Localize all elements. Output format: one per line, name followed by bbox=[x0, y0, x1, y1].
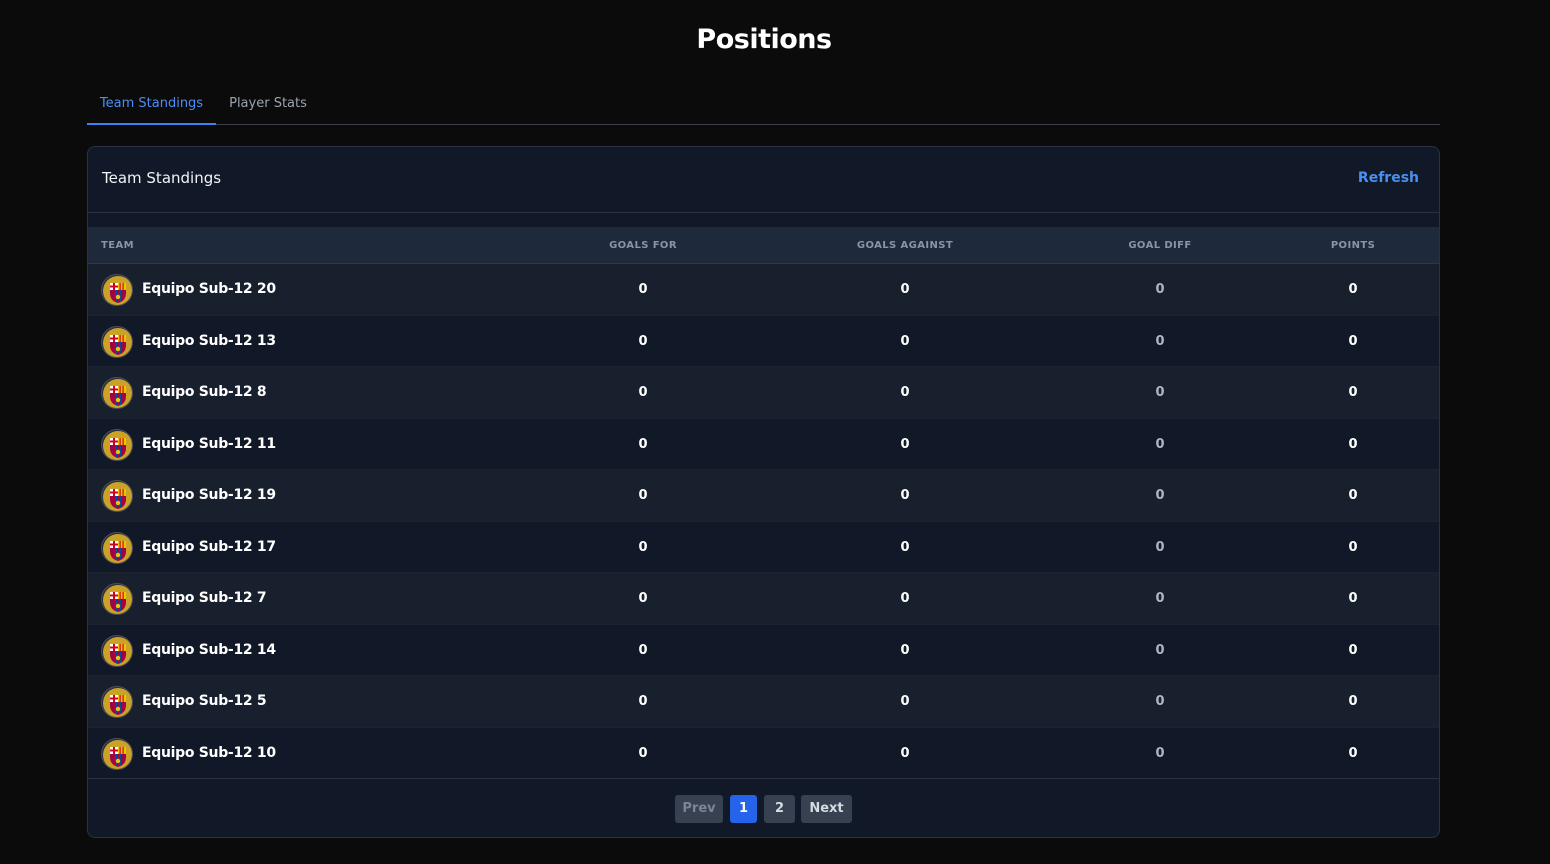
table-row: Equipo Sub-12 17 0 0 0 0 bbox=[88, 521, 1439, 573]
card-title: Team Standings bbox=[102, 169, 222, 187]
points-cell: 0 bbox=[1348, 694, 1358, 709]
header-goals-against: GOALS AGAINST bbox=[856, 240, 954, 251]
goals-against-cell: 0 bbox=[900, 333, 910, 349]
tab-bar: Team Standings Player Stats bbox=[87, 86, 1440, 125]
goal-diff-cell: 0 bbox=[1155, 436, 1165, 452]
team-name: Equipo Sub-12 20 bbox=[142, 281, 276, 297]
club-crest-icon bbox=[101, 377, 133, 409]
table-header: TEAM GOALS FOR GOALS AGAINST GOAL DIFF P… bbox=[88, 227, 1439, 264]
points-cell: 0 bbox=[1348, 642, 1358, 658]
club-crest-icon bbox=[101, 531, 133, 564]
positions-page: Positions Team Standings Player Stats Te… bbox=[0, 0, 1550, 864]
team-name: Equipo Sub-12 19 bbox=[142, 487, 276, 503]
points-cell: 0 bbox=[1348, 282, 1358, 297]
goals-for-cell: 0 bbox=[638, 539, 648, 555]
club-crest-icon bbox=[101, 737, 133, 770]
goal-diff-cell: 0 bbox=[1155, 642, 1165, 658]
club-crest-icon bbox=[101, 325, 133, 358]
table-row: Equipo Sub-12 14 0 0 0 0 bbox=[88, 624, 1439, 676]
goals-against-cell: 0 bbox=[900, 642, 910, 658]
header-goals-for: GOALS FOR bbox=[609, 240, 677, 251]
club-crest-icon bbox=[101, 634, 133, 667]
table-row: Equipo Sub-12 10 0 0 0 0 bbox=[88, 727, 1439, 779]
points-cell: 0 bbox=[1348, 385, 1358, 400]
team-name: Equipo Sub-12 10 bbox=[142, 744, 276, 761]
team-name: Equipo Sub-12 17 bbox=[142, 538, 276, 555]
club-crest-icon bbox=[101, 686, 133, 718]
header-goal-diff: GOAL DIFF bbox=[1128, 240, 1192, 251]
prev-page-button[interactable]: Prev bbox=[675, 795, 723, 823]
goals-for-cell: 0 bbox=[638, 694, 648, 709]
goals-for-cell: 0 bbox=[638, 591, 648, 606]
page-1-button[interactable]: 1 bbox=[730, 795, 757, 823]
goals-for-cell: 0 bbox=[638, 488, 648, 503]
goals-against-cell: 0 bbox=[900, 436, 910, 452]
goals-against-cell: 0 bbox=[900, 385, 910, 400]
club-crest-icon bbox=[101, 428, 133, 461]
goal-diff-cell: 0 bbox=[1155, 333, 1165, 349]
team-name: Equipo Sub-12 13 bbox=[142, 332, 276, 349]
standings-rows: Equipo Sub-12 20 0 0 0 0 Equipo Sub-12 13 0 0 0 0… bbox=[88, 264, 1439, 779]
goals-against-cell: 0 bbox=[900, 591, 910, 606]
goal-diff-cell: 0 bbox=[1155, 385, 1165, 400]
table-row: Equipo Sub-12 13 0 0 0 0 bbox=[88, 315, 1439, 367]
points-cell: 0 bbox=[1348, 591, 1358, 606]
points-cell: 0 bbox=[1348, 488, 1358, 503]
goal-diff-cell: 0 bbox=[1155, 488, 1165, 503]
club-crest-icon bbox=[101, 274, 133, 306]
goals-for-cell: 0 bbox=[638, 333, 648, 349]
standings-card: Team Standings Refresh TEAM GOALS FOR GO… bbox=[87, 146, 1440, 838]
goals-for-cell: 0 bbox=[638, 436, 648, 452]
goal-diff-cell: 0 bbox=[1155, 539, 1165, 555]
goal-diff-cell: 0 bbox=[1155, 591, 1165, 606]
goal-diff-cell: 0 bbox=[1155, 282, 1165, 297]
points-cell: 0 bbox=[1348, 333, 1358, 349]
team-name: Equipo Sub-12 5 bbox=[142, 693, 267, 709]
table-row: Equipo Sub-12 11 0 0 0 0 bbox=[88, 418, 1439, 470]
team-name: Equipo Sub-12 11 bbox=[142, 435, 276, 452]
refresh-button[interactable]: Refresh bbox=[1358, 170, 1419, 186]
club-crest-icon bbox=[101, 480, 133, 512]
tab-team-standings[interactable]: Team Standings bbox=[87, 86, 216, 125]
points-cell: 0 bbox=[1348, 745, 1358, 761]
goals-for-cell: 0 bbox=[638, 745, 648, 761]
page-title: Positions bbox=[696, 24, 832, 55]
table-row: Equipo Sub-12 5 0 0 0 0 bbox=[88, 676, 1439, 728]
page-2-button[interactable]: 2 bbox=[764, 795, 795, 823]
goals-against-cell: 0 bbox=[900, 745, 910, 761]
goals-for-cell: 0 bbox=[638, 385, 648, 400]
header-team: TEAM bbox=[101, 240, 134, 251]
next-page-button[interactable]: Next bbox=[801, 795, 852, 823]
points-cell: 0 bbox=[1348, 436, 1358, 452]
points-cell: 0 bbox=[1348, 539, 1358, 555]
club-crest-icon bbox=[101, 583, 133, 615]
goal-diff-cell: 0 bbox=[1155, 745, 1165, 761]
table-row: Equipo Sub-12 20 0 0 0 0 bbox=[88, 264, 1439, 316]
header-points: POINTS bbox=[1330, 240, 1376, 251]
goals-for-cell: 0 bbox=[638, 642, 648, 658]
table-row: Equipo Sub-12 8 0 0 0 0 bbox=[88, 367, 1439, 419]
goals-against-cell: 0 bbox=[900, 282, 910, 297]
goals-for-cell: 0 bbox=[638, 282, 648, 297]
goal-diff-cell: 0 bbox=[1155, 694, 1165, 709]
team-name: Equipo Sub-12 7 bbox=[142, 590, 267, 606]
card-header: Team Standings Refresh bbox=[88, 147, 1439, 213]
pagination: Prev 1 2 Next bbox=[88, 778, 1439, 837]
goals-against-cell: 0 bbox=[900, 694, 910, 709]
goals-against-cell: 0 bbox=[900, 488, 910, 503]
team-name: Equipo Sub-12 14 bbox=[142, 641, 276, 658]
table-row: Equipo Sub-12 19 0 0 0 0 bbox=[88, 470, 1439, 522]
table-row: Equipo Sub-12 7 0 0 0 0 bbox=[88, 573, 1439, 625]
goals-against-cell: 0 bbox=[900, 539, 910, 555]
tab-player-stats[interactable]: Player Stats bbox=[216, 86, 320, 125]
team-name: Equipo Sub-12 8 bbox=[142, 384, 267, 400]
